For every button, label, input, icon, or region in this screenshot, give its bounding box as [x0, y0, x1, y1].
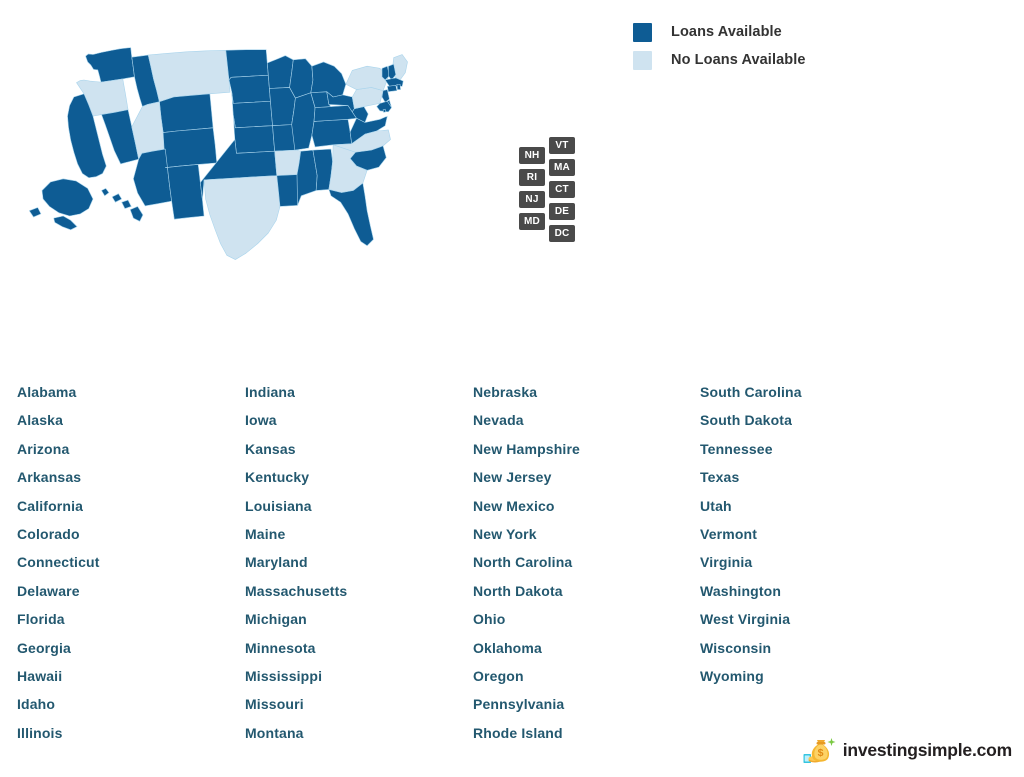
map-state-illinois[interactable] [291, 92, 316, 151]
state-list-item: Wisconsin [700, 639, 772, 656]
map-state-wisconsin[interactable] [289, 58, 314, 99]
map-state-texas[interactable] [203, 175, 281, 260]
state-list-item: Ohio [473, 611, 506, 628]
state-list-item: Connecticut [17, 554, 100, 571]
state-list-item: Tennessee [700, 440, 773, 457]
state-list-item: Missouri [245, 696, 304, 713]
legend-label-no-loans-available: No Loans Available [671, 52, 806, 68]
legend-item-no-loans-available: No Loans Available [633, 46, 805, 74]
state-list-item: Georgia [17, 639, 71, 656]
state-list-item: Indiana [245, 384, 296, 400]
map-state-florida[interactable] [328, 182, 374, 247]
us-choropleth-map [28, 47, 408, 260]
abbr-box-ct[interactable]: CT [549, 181, 575, 198]
map-state-south-dakota[interactable] [228, 74, 271, 104]
state-list-column-2: Indiana Iowa Kansas Kentucky Louisiana Maine M… [245, 378, 347, 747]
abbr-box-dc[interactable]: DC [549, 225, 575, 242]
state-list-item: Vermont [700, 525, 758, 542]
state-list-item: Alabama [17, 384, 77, 400]
state-list-item: Utah [700, 497, 732, 514]
map-state-district-of-columbia[interactable] [382, 108, 387, 113]
map-state-washington[interactable] [85, 47, 135, 83]
state-list-column-4: South Carolina South Dakota Tennessee Texas… [700, 378, 802, 690]
state-list-item: Mississippi [245, 667, 323, 684]
map-state-wyoming[interactable] [159, 93, 214, 133]
state-list-item: South Carolina [700, 384, 802, 400]
map-state-hawaii[interactable] [101, 188, 144, 222]
state-list-item: North Dakota [473, 582, 563, 599]
svg-text:$: $ [817, 747, 823, 759]
state-list-item: New York [473, 525, 537, 542]
state-list-item: Oregon [473, 667, 524, 684]
map-state-rhode-island[interactable] [396, 83, 401, 90]
state-list-item: Nebraska [473, 384, 538, 400]
abbr-box-nh[interactable]: NH [519, 147, 545, 164]
state-list-item: Montana [245, 724, 304, 741]
state-list-item: West Virginia [700, 611, 791, 628]
state-list-item: South Dakota [700, 412, 793, 429]
map-state-connecticut[interactable] [387, 85, 398, 92]
money-bag-icon: $ [803, 738, 836, 763]
state-list-item: Texas [700, 469, 740, 486]
abbr-box-de[interactable]: DE [549, 203, 575, 220]
state-list-item: New Hampshire [473, 440, 580, 457]
map-state-nevada[interactable] [101, 109, 139, 165]
abbr-box-nj[interactable]: NJ [519, 191, 545, 208]
state-list-item: Alaska [17, 412, 64, 429]
us-map-container: NH RI NJ MD VT MA CT DE DC [0, 0, 620, 370]
map-legend: Loans Available No Loans Available [633, 18, 805, 74]
state-list-item: Washington [700, 582, 782, 599]
abbr-box-ri[interactable]: RI [519, 169, 545, 186]
state-list-item: Michigan [245, 611, 307, 628]
state-list-item: Nevada [473, 412, 524, 429]
state-list-item: Colorado [17, 525, 80, 542]
map-state-alaska[interactable] [28, 178, 94, 231]
state-list-item: Virginia [700, 554, 753, 571]
state-list-item: North Carolina [473, 554, 573, 571]
state-list-item: Florida [17, 611, 65, 628]
map-state-montana[interactable] [147, 49, 231, 103]
state-name-list: Alabama Alaska Arizona Arkansas California Co… [0, 378, 1024, 758]
state-list-column-3: Nebraska Nevada New Hampshire New Jersey New… [473, 378, 580, 747]
state-list-item: Arizona [17, 440, 70, 457]
map-state-colorado[interactable] [162, 127, 218, 168]
state-list-item: Iowa [245, 412, 277, 429]
state-list-item: Louisiana [245, 497, 312, 514]
state-list-item: Illinois [17, 724, 63, 741]
state-list-item: Minnesota [245, 639, 316, 656]
legend-item-loans-available: Loans Available [633, 18, 805, 46]
state-list-item: New Mexico [473, 497, 555, 514]
state-list-item: Maine [245, 525, 286, 542]
map-state-tennessee[interactable] [311, 119, 353, 148]
map-state-minnesota[interactable] [266, 55, 294, 89]
map-state-arkansas[interactable] [274, 149, 302, 176]
site-logo[interactable]: $ investingsimple.com [803, 735, 1012, 765]
abbr-box-ma[interactable]: MA [549, 159, 575, 176]
state-list-item: Kentucky [245, 469, 310, 486]
state-list-item: Hawaii [17, 667, 63, 684]
state-list-item: Idaho [17, 696, 56, 713]
state-list-item: Kansas [245, 440, 296, 457]
state-list-item: Oklahoma [473, 639, 542, 656]
state-list-item: New Jersey [473, 469, 552, 486]
logo-wordmark: investingsimple.com [842, 739, 1013, 760]
map-state-new-mexico[interactable] [164, 164, 205, 220]
state-list-item: Massachusetts [245, 582, 348, 599]
map-state-michigan[interactable] [310, 61, 347, 98]
state-list-item: California [17, 497, 84, 514]
state-list-column-1: Alabama Alaska Arizona Arkansas California Co… [17, 378, 100, 747]
state-list-item: Arkansas [17, 469, 82, 486]
legend-swatch-loans-available-icon [633, 22, 652, 42]
state-list-item: Wyoming [700, 667, 764, 684]
state-list-item: Delaware [17, 582, 80, 599]
map-state-iowa[interactable] [269, 87, 296, 126]
abbr-box-vt[interactable]: VT [549, 137, 575, 154]
legend-swatch-no-loans-available-icon [633, 50, 652, 70]
state-list-item: Maryland [245, 554, 308, 571]
abbr-box-md[interactable]: MD [519, 213, 545, 230]
state-list-item: Rhode Island [473, 724, 563, 741]
small-state-abbreviation-callouts: NH RI NJ MD VT MA CT DE DC [519, 137, 585, 259]
state-list-item: Pennsylvania [473, 696, 565, 713]
legend-label-loans-available: Loans Available [671, 24, 782, 40]
